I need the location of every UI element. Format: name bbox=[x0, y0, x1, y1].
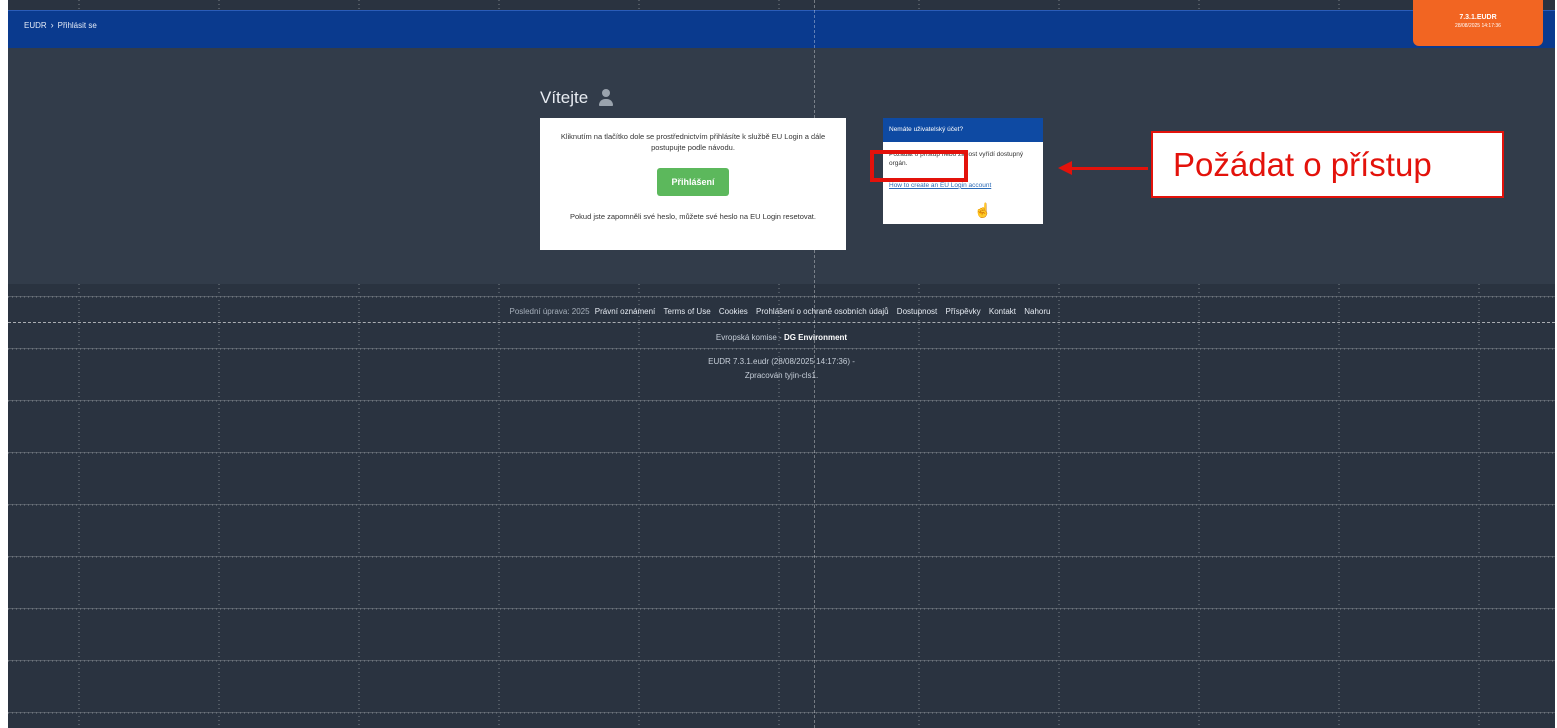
footer-link[interactable]: Dostupnost bbox=[897, 307, 937, 316]
screenshot-frame: EUDR › Přihlásit se 7.3.1.EUDR 28/08/202… bbox=[8, 0, 1555, 728]
dashed-guide-line bbox=[8, 322, 1555, 323]
breadcrumb: EUDR › Přihlásit se bbox=[24, 20, 97, 30]
vertical-guide-line bbox=[814, 0, 815, 728]
hand-cursor-icon: ☝ bbox=[974, 202, 992, 218]
request-access-highlight-box bbox=[870, 150, 968, 182]
breadcrumb-current: Přihlásit se bbox=[57, 20, 97, 30]
footer-organisation: Evropská komise - DG Environment bbox=[8, 333, 1555, 342]
login-instructions: Kliknutím na tlačítko dole se prostředni… bbox=[560, 132, 826, 152]
callout-label: Požádat o přístup bbox=[1151, 131, 1504, 198]
login-card: Kliknutím na tlačítko dole se prostředni… bbox=[540, 118, 846, 250]
footer-link[interactable]: Kontakt bbox=[989, 307, 1016, 316]
version-badge-timestamp: 28/08/2025 14:17:36 bbox=[1455, 23, 1501, 29]
arrow-line bbox=[1070, 167, 1148, 170]
user-icon bbox=[598, 89, 614, 107]
version-badge: 7.3.1.EUDR 28/08/2025 14:17:36 bbox=[1413, 0, 1543, 46]
footer-link[interactable]: Prohlášení o ochraně osobních údajů bbox=[756, 307, 889, 316]
footer-links: Poslední úprava: 2025 Právní oznámení Te… bbox=[8, 307, 1555, 316]
breadcrumb-root[interactable]: EUDR bbox=[24, 21, 47, 30]
footer-link[interactable]: Terms of Use bbox=[664, 307, 711, 316]
password-reset-text[interactable]: Pokud jste zapomněli své heslo, můžete s… bbox=[540, 212, 846, 221]
howto-create-account-link[interactable]: How to create an EU Login account bbox=[889, 181, 1037, 190]
footer-link[interactable]: Nahoru bbox=[1024, 307, 1050, 316]
footer-build: EUDR 7.3.1.eudr (28/08/2025 14:17:36) - bbox=[708, 357, 855, 366]
footer-link[interactable]: Právní oznámení bbox=[595, 307, 655, 316]
top-navigation-bar bbox=[8, 10, 1555, 49]
footer-link[interactable]: Příspěvky bbox=[946, 307, 981, 316]
breadcrumb-separator-icon: › bbox=[50, 20, 54, 30]
footer-org-name[interactable]: DG Environment bbox=[784, 333, 847, 342]
login-button[interactable]: Přihlášení bbox=[657, 167, 729, 196]
welcome-heading: Vítejte bbox=[540, 88, 614, 108]
no-account-header: Nemáte uživatelský účet? bbox=[883, 118, 1043, 142]
footer-link[interactable]: Cookies bbox=[719, 307, 748, 316]
welcome-title: Vítejte bbox=[540, 88, 589, 107]
version-badge-version: 7.3.1.EUDR bbox=[1459, 14, 1497, 21]
footer-org-prefix: Evropská komise - bbox=[715, 333, 782, 342]
footer-last-update: Poslední úprava: 2025 bbox=[509, 307, 590, 316]
footer-processed-by: Zpracován tyjin-cls1. bbox=[744, 371, 819, 380]
